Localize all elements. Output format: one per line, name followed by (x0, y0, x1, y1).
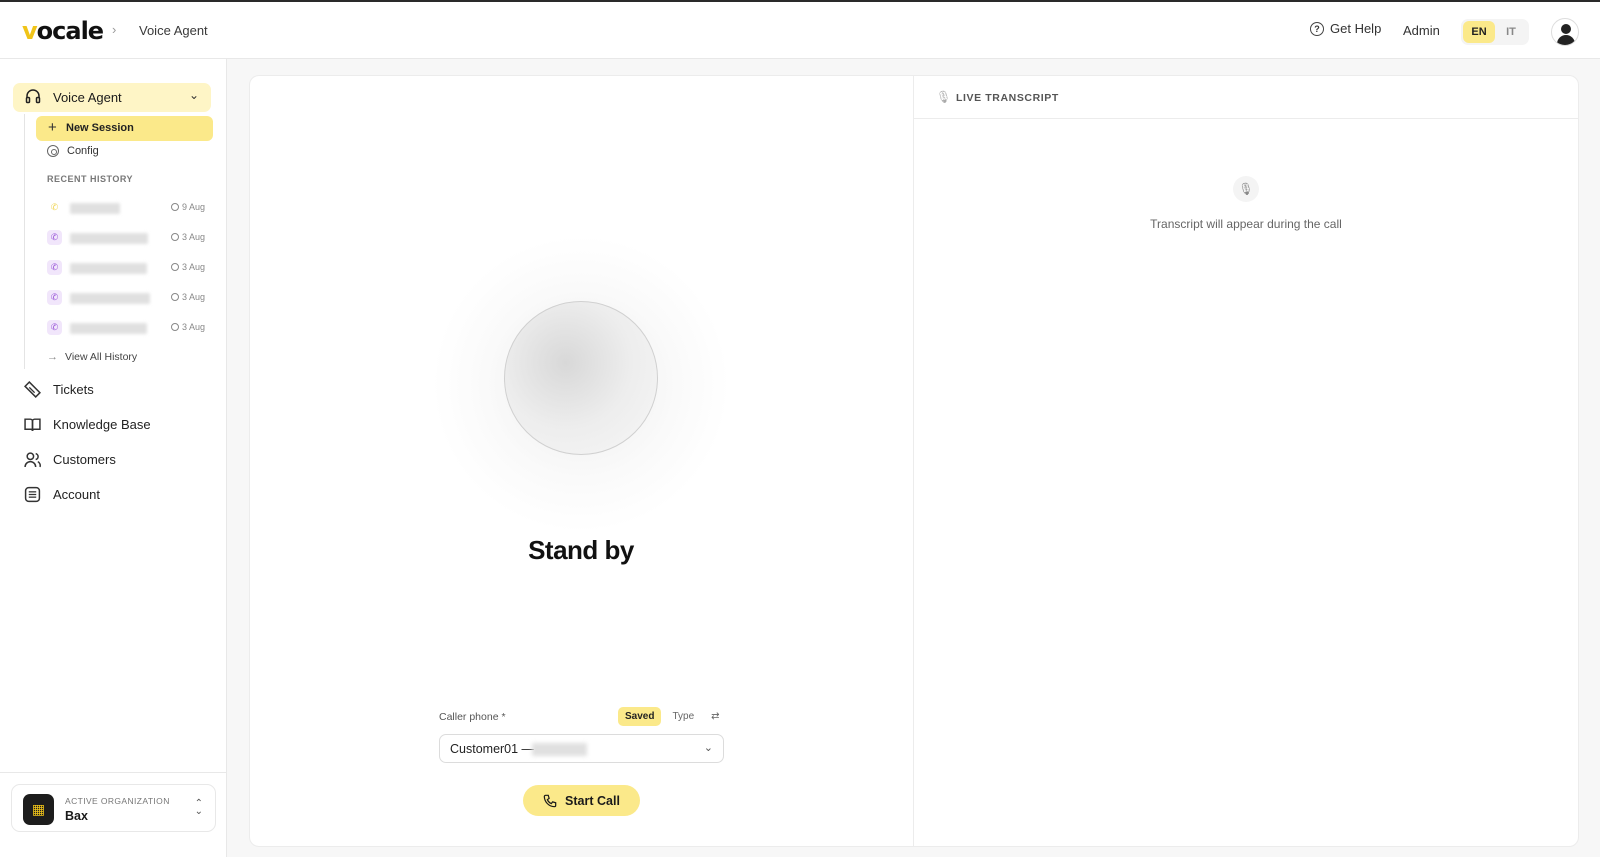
incoming-call-icon: ✆ (47, 230, 62, 245)
start-call-button[interactable]: Start Call (523, 785, 640, 816)
sidebar-item-knowledge-base[interactable]: Knowledge Base (24, 416, 151, 433)
caller-input-mode-toggle: Saved Type ⇄ (618, 707, 720, 726)
chevron-down-icon: ⌄ (703, 742, 713, 754)
sidebar-item-customers[interactable]: Customers (24, 451, 116, 468)
history-item[interactable]: ✆ 3 Aug (47, 318, 205, 338)
user-avatar[interactable] (1551, 18, 1579, 46)
vocale-logo[interactable]: vocale (22, 17, 104, 45)
phone-icon: ✆ (50, 202, 59, 212)
phone-icon (543, 794, 557, 807)
ticket-icon (24, 381, 41, 398)
clock-icon (170, 263, 179, 271)
organization-switcher[interactable]: ▦ ACTIVE ORGANIZATION Bax ⌃ ⌄ (11, 784, 216, 832)
caller-phone-select[interactable]: Customer01 — ⌄ (439, 734, 724, 763)
users-icon (24, 452, 41, 468)
list-icon (24, 486, 41, 503)
redacted-text (70, 323, 147, 334)
breadcrumb[interactable]: Voice Agent (139, 23, 208, 38)
caller-phone-label: Caller phone * (439, 711, 506, 723)
voice-session-card (249, 75, 1579, 847)
redacted-text (70, 293, 150, 304)
lang-en-button[interactable]: EN (1463, 21, 1495, 43)
saved-toggle[interactable]: Saved (618, 707, 662, 726)
sidebar: Voice Agent ⌄ + New Session Config RECEN… (0, 59, 227, 857)
redacted-text (70, 203, 120, 214)
clock-icon (170, 203, 179, 211)
building-icon: ▦ (23, 794, 54, 825)
transcript-header: 🎙 LIVE TRANSCRIPT (914, 76, 1578, 119)
sidebar-item-account[interactable]: Account (24, 486, 100, 503)
subtree-line (24, 114, 25, 369)
history-item[interactable]: ✆ 3 Aug (47, 258, 205, 278)
breadcrumb-separator-icon: › (112, 22, 117, 37)
transcript-empty-state: Transcript will appear during the call (1150, 217, 1342, 231)
history-item[interactable]: ✆ 9 Aug (47, 198, 205, 218)
chevron-down-icon: ⌄ (188, 88, 199, 102)
book-open-icon (24, 418, 41, 432)
clock-icon (170, 323, 179, 331)
panel-divider (913, 75, 914, 847)
history-item[interactable]: ✆ 3 Aug (47, 288, 205, 308)
plus-icon: + (48, 119, 57, 136)
incoming-call-icon: ✆ (47, 260, 62, 275)
incoming-call-icon: ✆ (47, 320, 62, 335)
microphone-icon: 🎙 (936, 90, 952, 104)
recent-history-title: RECENT HISTORY (47, 174, 134, 184)
sidebar-divider (0, 772, 227, 773)
gear-icon (47, 145, 59, 157)
clock-icon (170, 233, 179, 241)
chevrons-up-down-icon: ⌃ ⌄ (194, 798, 203, 817)
incoming-call-icon: ✆ (47, 290, 62, 305)
voice-orb (504, 301, 658, 455)
help-circle-icon: ? (1310, 21, 1324, 36)
call-status: Stand by (528, 535, 634, 565)
redacted-text (70, 263, 147, 274)
headset-icon (25, 89, 41, 104)
arrow-right-icon: → (47, 351, 58, 363)
lang-it-button[interactable]: IT (1495, 21, 1527, 43)
redacted-text (532, 743, 587, 756)
sidebar-item-voice-agent[interactable]: Voice Agent ⌄ (13, 83, 211, 112)
new-session-button[interactable]: + New Session (36, 116, 213, 141)
admin-link[interactable]: Admin (1403, 23, 1440, 38)
clock-icon (170, 293, 179, 301)
redacted-text (70, 233, 148, 244)
sidebar-item-tickets[interactable]: Tickets (24, 381, 94, 398)
type-toggle[interactable]: Type (665, 707, 701, 726)
top-bar: vocale › Voice Agent ? Get Help Admin EN… (0, 2, 1600, 59)
language-switcher: EN IT (1461, 19, 1529, 45)
swap-icon[interactable]: ⇄ (711, 711, 719, 722)
history-item[interactable]: ✆ 3 Aug (47, 228, 205, 248)
microphone-icon: 🎙 (1233, 176, 1259, 202)
view-all-history-link[interactable]: → View All History (47, 351, 137, 363)
get-help-button[interactable]: ? Get Help (1310, 21, 1381, 36)
sidebar-item-config[interactable]: Config (47, 145, 99, 157)
